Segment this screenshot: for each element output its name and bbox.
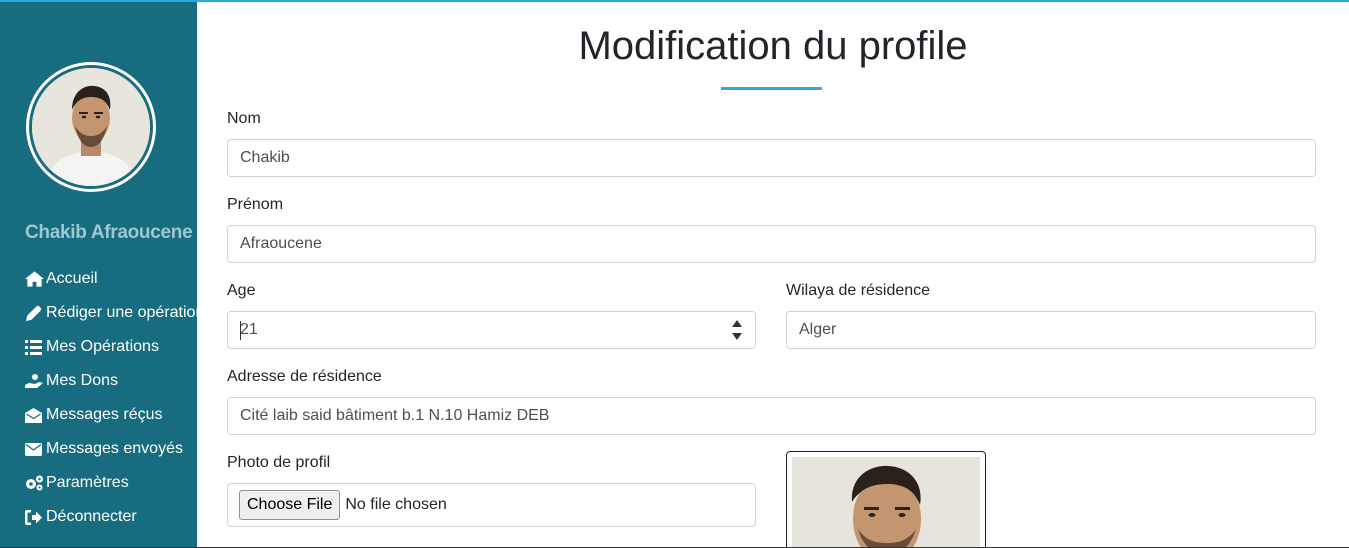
sidebar-item-rediger-operation[interactable]: Rédiger une opération <box>25 296 197 330</box>
top-accent-line <box>0 0 1349 2</box>
age-input[interactable]: 21 <box>227 311 756 349</box>
cogs-icon <box>25 474 45 492</box>
number-spinner[interactable] <box>731 320 743 340</box>
sidebar-item-label: Rédiger une opération <box>46 304 197 321</box>
spinner-down-icon[interactable] <box>732 333 742 340</box>
avatar-photo <box>32 68 150 186</box>
list-icon <box>25 338 45 356</box>
page-title: Modification du profile <box>578 24 968 68</box>
adresse-input-value: Cité laib said bâtiment b.1 N.10 Hamiz D… <box>240 407 550 424</box>
pen-icon <box>25 304 45 322</box>
main-content: Modification du profile Nom Chakib Préno… <box>197 0 1349 548</box>
sidebar-item-parametres[interactable]: Paramètres <box>25 466 197 500</box>
photo-label: Photo de profil <box>227 454 331 471</box>
photo-file-input[interactable]: Choose File No file chosen <box>227 483 756 527</box>
sidebar-item-messages-recus[interactable]: Messages réçus <box>25 398 197 432</box>
sidebar: Chakib Afraoucene Accueil Rédiger une op… <box>0 0 197 548</box>
wilaya-label: Wilaya de résidence <box>786 282 931 299</box>
spinner-up-icon[interactable] <box>732 320 742 327</box>
adresse-input[interactable]: Cité laib said bâtiment b.1 N.10 Hamiz D… <box>227 397 1316 435</box>
file-status: No file chosen <box>345 496 447 513</box>
sidebar-item-label: Accueil <box>46 270 98 287</box>
sidebar-item-mes-operations[interactable]: Mes Opérations <box>25 330 197 364</box>
text-caret <box>240 321 241 340</box>
profile-photo-preview <box>786 451 986 548</box>
nom-input-value: Chakib <box>240 149 290 166</box>
sidebar-item-accueil[interactable]: Accueil <box>25 262 197 296</box>
age-input-value: 21 <box>240 321 258 338</box>
sidebar-menu: Accueil Rédiger une opération Mes Opérat… <box>25 262 197 534</box>
sidebar-item-label: Mes Dons <box>46 372 119 389</box>
age-label: Age <box>227 282 256 299</box>
sidebar-item-mes-dons[interactable]: Mes Dons <box>25 364 197 398</box>
sidebar-item-label: Messages réçus <box>46 406 163 423</box>
wilaya-input[interactable]: Alger <box>786 311 1316 349</box>
wilaya-input-value: Alger <box>799 321 837 338</box>
title-underline <box>721 87 822 90</box>
adresse-label: Adresse de résidence <box>227 368 382 385</box>
sidebar-item-label: Paramètres <box>46 474 129 491</box>
nom-input[interactable]: Chakib <box>227 139 1316 177</box>
sidebar-item-messages-envoyes[interactable]: Messages envoyés <box>25 432 197 466</box>
envelope-open-icon <box>25 406 45 424</box>
envelope-icon <box>25 440 45 458</box>
avatar <box>26 62 156 192</box>
sidebar-item-deconnecter[interactable]: Déconnecter <box>25 500 197 534</box>
choose-file-button[interactable]: Choose File <box>239 490 341 520</box>
hand-holding-icon <box>25 372 45 390</box>
prenom-input-value: Afraoucene <box>240 235 322 252</box>
sidebar-item-label: Déconnecter <box>46 508 137 525</box>
profile-photo-image <box>792 457 980 548</box>
sidebar-item-label: Mes Opérations <box>46 338 159 355</box>
home-icon <box>25 270 45 288</box>
nom-label: Nom <box>227 110 261 127</box>
sidebar-item-label: Messages envoyés <box>46 440 183 457</box>
sidebar-username: Chakib Afraoucene <box>25 222 193 243</box>
prenom-label: Prénom <box>227 196 284 213</box>
sign-out-icon <box>25 508 45 526</box>
prenom-input[interactable]: Afraoucene <box>227 225 1316 263</box>
